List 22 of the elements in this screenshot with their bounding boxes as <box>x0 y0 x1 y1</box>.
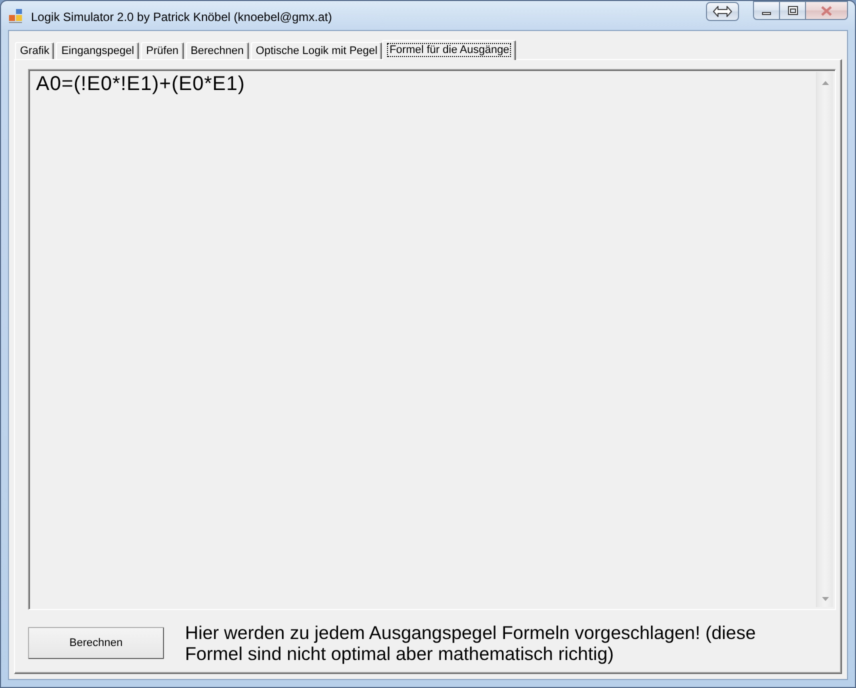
tab[interactable]: Prüfen <box>141 42 184 59</box>
hint-text: Hier werden zu jedem Ausgangspegel Formeln vorgeschlagen! (diese Formel sind nicht optimal aber mathematisch richtig) <box>185 622 757 664</box>
tab[interactable]: Eingangspegel <box>56 42 140 59</box>
app-icon <box>9 9 23 23</box>
formula-text: A0=(!E0*!E1)+(E0*E1) <box>36 73 246 95</box>
window-title: Logik Simulator 2.0 by Patrick Knöbel (knoebel@gmx.at) <box>31 9 332 26</box>
tab[interactable]: Grafik <box>15 42 54 59</box>
tab[interactable]: Formel für die Ausgänge <box>382 40 516 60</box>
calculate-button[interactable]: Berechnen <box>28 627 164 659</box>
minimize-icon <box>762 12 771 15</box>
scroll-up-icon[interactable] <box>822 81 828 85</box>
close-icon <box>821 6 832 16</box>
double-arrow-button[interactable] <box>706 2 739 21</box>
tab[interactable]: Optische Logik mit Pegel <box>250 42 382 59</box>
vertical-scrollbar[interactable] <box>816 72 833 607</box>
maximize-button[interactable] <box>780 1 806 20</box>
formula-output-field[interactable]: A0=(!E0*!E1)+(E0*E1) <box>28 69 836 610</box>
scroll-down-icon[interactable] <box>822 597 828 601</box>
double-arrow-icon <box>713 6 732 17</box>
minimize-button[interactable] <box>753 1 780 20</box>
tab[interactable]: Berechnen <box>186 42 249 59</box>
maximize-icon <box>788 6 798 15</box>
